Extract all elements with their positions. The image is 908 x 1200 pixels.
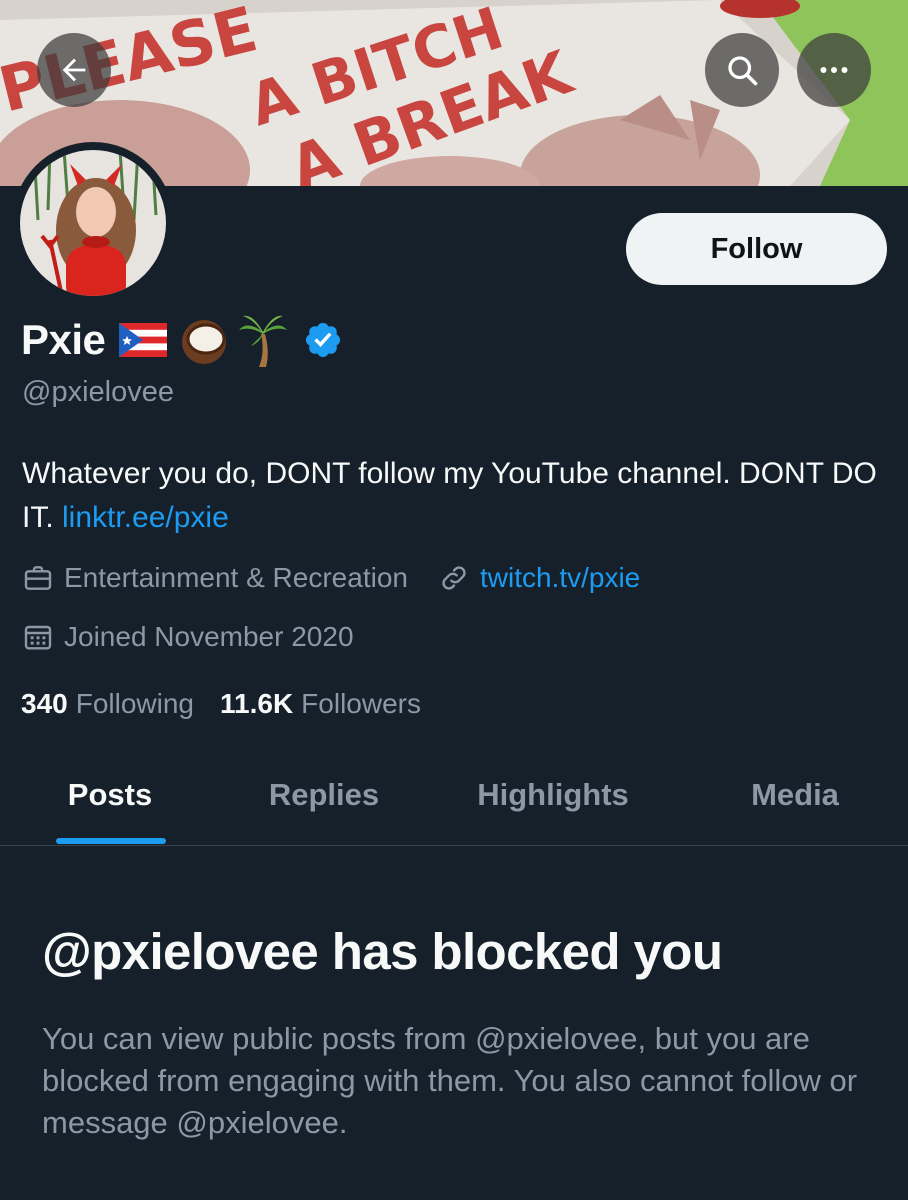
blocked-description: You can view public posts from @pxielove…	[42, 1021, 858, 1140]
coconut-icon	[182, 320, 227, 364]
search-button[interactable]	[705, 33, 779, 107]
active-tab-indicator	[56, 838, 166, 844]
profile-handle: @pxielovee	[22, 376, 174, 408]
follow-button[interactable]: Follow	[626, 213, 887, 285]
more-button[interactable]	[797, 33, 871, 107]
briefcase-icon	[22, 562, 54, 594]
profile-joined-row: Joined November 2020	[22, 621, 354, 653]
following-label: Following	[75, 688, 194, 719]
followers-label: Followers	[301, 688, 421, 719]
profile-website-link[interactable]: twitch.tv/pxie	[480, 562, 640, 594]
following-count: 340	[21, 688, 68, 719]
search-icon	[728, 56, 758, 86]
followers-stat[interactable]: 11.6K Followers	[220, 688, 421, 720]
calendar-icon	[22, 621, 54, 653]
followers-count: 11.6K	[220, 688, 294, 719]
name-emojis	[119, 312, 343, 368]
tab-media[interactable]: Media	[700, 745, 890, 845]
following-stat[interactable]: 340 Following	[21, 688, 194, 720]
avatar-image	[20, 150, 166, 296]
display-name: Pxie	[21, 316, 106, 363]
verified-badge-icon	[306, 322, 341, 358]
link-icon	[438, 562, 470, 594]
more-horizontal-icon	[820, 67, 848, 73]
profile-name-row: Pxie	[21, 310, 343, 370]
profile-category: Entertainment & Recreation	[64, 562, 408, 593]
profile-stats: 340 Following 11.6K Followers	[21, 688, 421, 720]
tab-highlights[interactable]: Highlights	[448, 745, 658, 845]
profile-bio: Whatever you do, DONT follow my YouTube …	[22, 452, 892, 540]
tab-replies[interactable]: Replies	[234, 745, 414, 845]
flag-puerto-rico-icon	[119, 323, 168, 357]
tab-posts[interactable]: Posts	[30, 745, 190, 845]
profile-tabs: Posts Replies Highlights Media	[0, 745, 908, 846]
profile-meta-row: Entertainment & Recreation twitch.tv/pxi…	[22, 562, 640, 594]
bio-link[interactable]: linktr.ee/pxie	[62, 501, 229, 534]
blocked-title: @pxielovee has blocked you	[42, 923, 723, 980]
back-button[interactable]	[37, 33, 111, 107]
palm-tree-icon	[239, 315, 288, 367]
profile-avatar[interactable]	[12, 142, 174, 304]
arrow-left-icon	[62, 58, 86, 82]
profile-joined-date: Joined November 2020	[64, 621, 354, 652]
